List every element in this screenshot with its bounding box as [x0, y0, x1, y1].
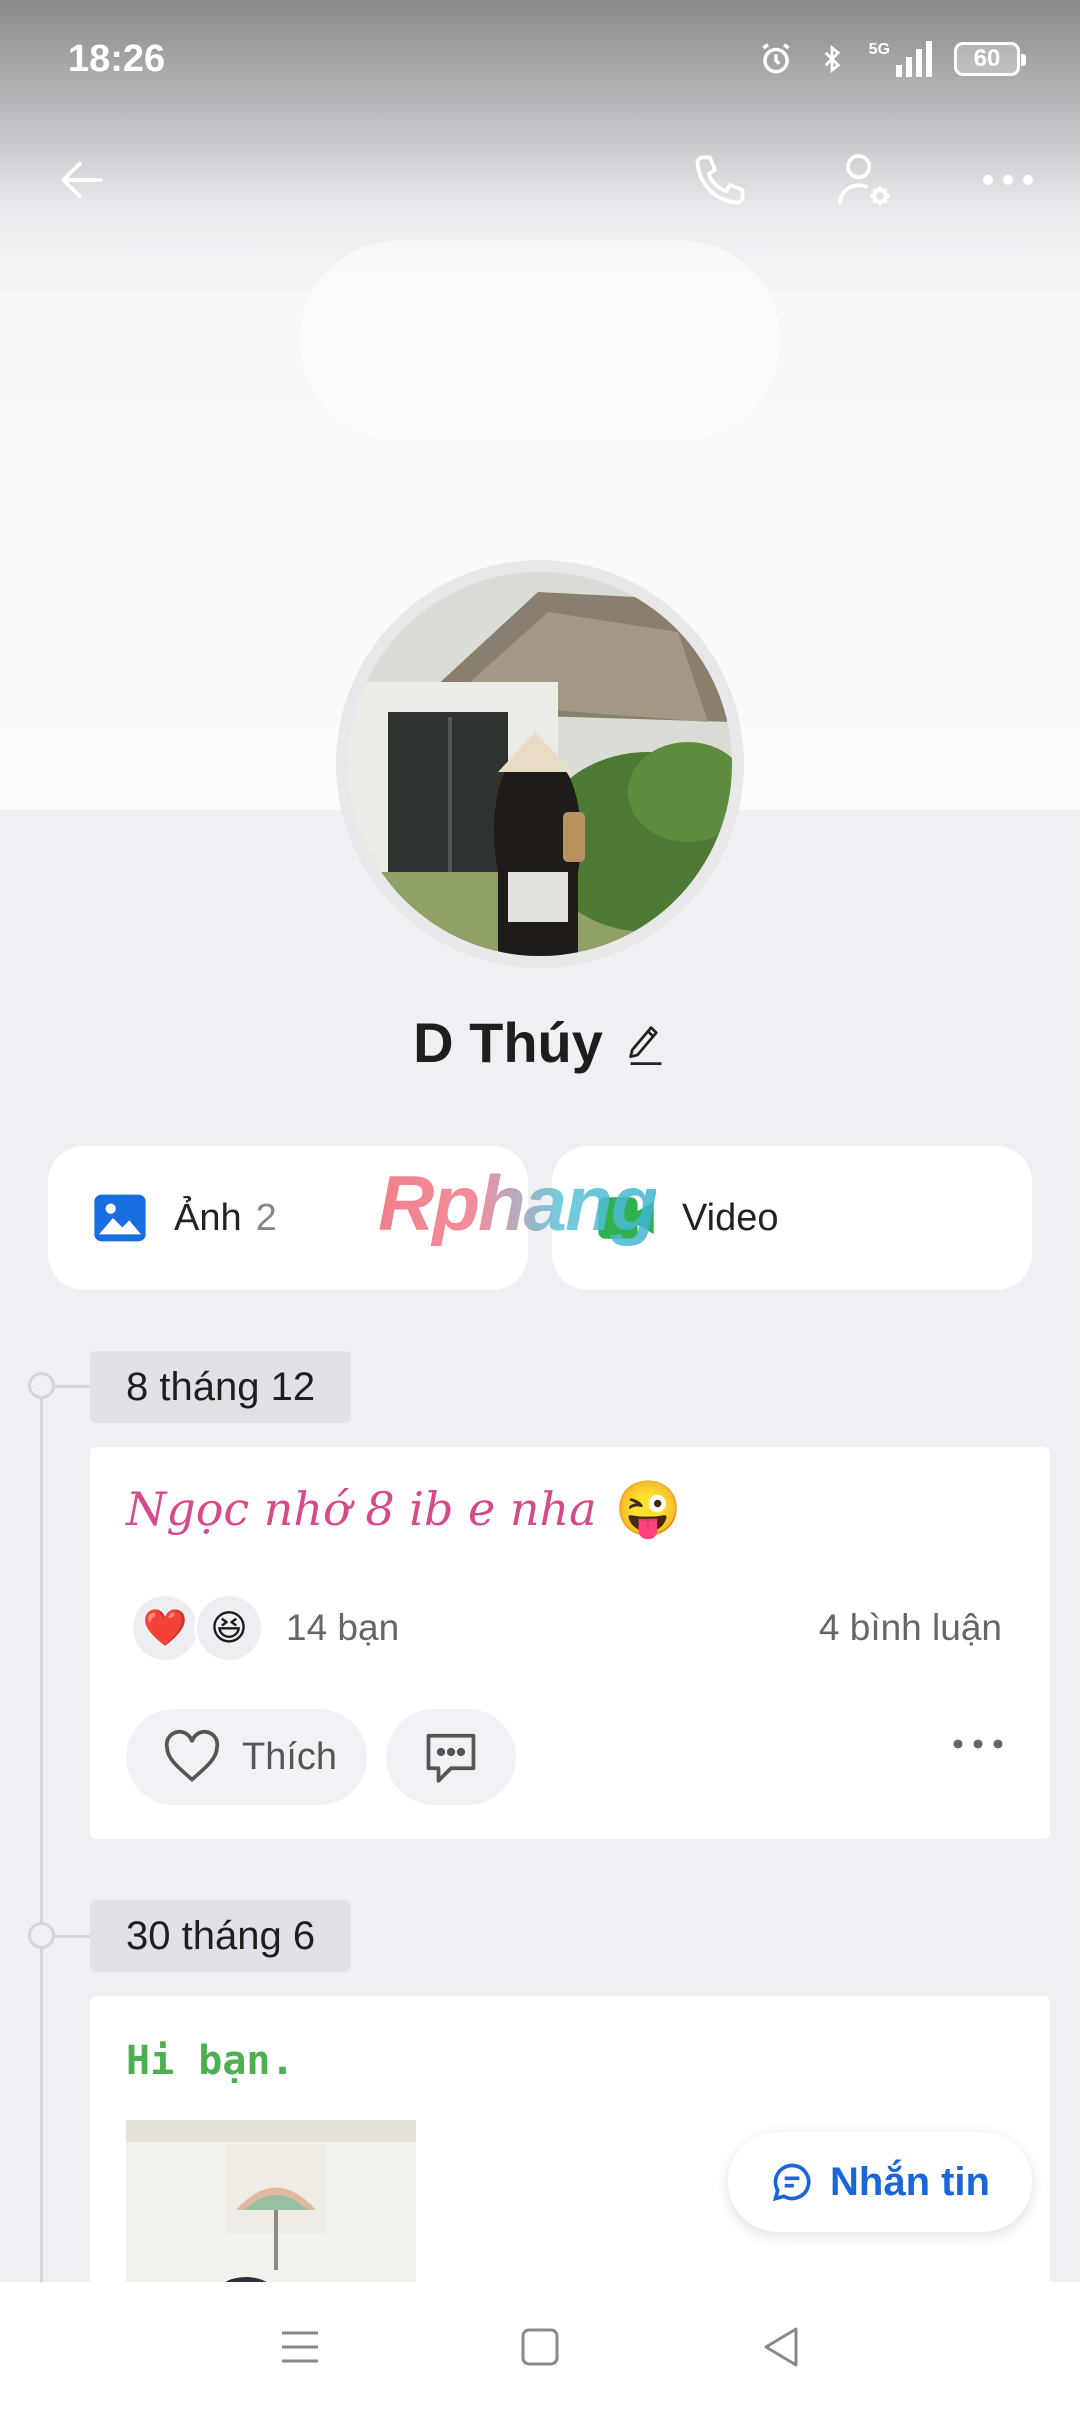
home-icon — [521, 2328, 559, 2366]
signal-icon: 5G — [869, 41, 932, 77]
system-nav-bar — [0, 2282, 1080, 2412]
status-time: 18:26 — [68, 38, 166, 80]
back-button[interactable] — [42, 140, 122, 220]
top-app-bar — [0, 130, 1080, 230]
post-photo-image — [126, 2120, 416, 2300]
send-message-button[interactable]: Nhắn tin — [728, 2132, 1032, 2232]
more-options-button[interactable] — [968, 140, 1048, 220]
like-label: Thích — [242, 1735, 338, 1778]
comment-count[interactable]: 4 bình luận — [819, 1607, 1002, 1649]
profile-settings-button[interactable] — [824, 140, 904, 220]
timeline-dot — [28, 1922, 55, 1949]
reaction-count: 14 bạn — [286, 1607, 400, 1648]
back-arrow-icon — [61, 161, 103, 199]
image-icon — [94, 1194, 146, 1242]
more-icon — [983, 175, 1033, 185]
menu-icon — [282, 2331, 318, 2363]
status-icons: 5G 60 — [757, 40, 1026, 78]
avatar-photo — [348, 572, 732, 956]
chat-bubble-icon — [772, 2163, 811, 2202]
post-emoji: 😜 — [614, 1477, 682, 1540]
watermark-logo: Rphang — [378, 1159, 658, 1247]
timeline-line — [40, 1386, 43, 2286]
comment-icon — [426, 1733, 476, 1783]
like-button[interactable]: Thích — [126, 1709, 368, 1805]
comment-button[interactable] — [386, 1709, 516, 1805]
post-status-text: Ngọc nhớ 8 ib e nha — [126, 1482, 597, 1536]
edit-pencil-icon[interactable] — [625, 1019, 667, 1067]
system-back-button[interactable] — [740, 2307, 820, 2387]
back-icon — [764, 2327, 798, 2367]
post-card[interactable]: Ngọc nhớ 8 ib e nha 😜 ❤️ 😆 14 bạn 4 bình… — [90, 1447, 1050, 1839]
reactions-summary[interactable]: ❤️ 😆 14 bạn — [130, 1593, 399, 1663]
photos-label: Ảnh 2 — [174, 1196, 277, 1239]
cover-cloud — [300, 240, 780, 440]
profile-name: D Thúy — [413, 1011, 603, 1074]
alarm-icon — [762, 43, 790, 74]
recents-button[interactable] — [260, 2307, 340, 2387]
timeline-dot — [28, 1372, 55, 1399]
post-text: Hi bạn. — [126, 2038, 295, 2084]
heart-reaction: ❤️ — [130, 1593, 200, 1663]
date-chip: 30 tháng 6 — [90, 1900, 352, 1972]
videos-label: Video — [682, 1196, 779, 1239]
timeline-tick — [55, 1935, 91, 1938]
post-photo[interactable] — [126, 2120, 416, 2300]
phone-icon — [695, 155, 745, 205]
avatar[interactable] — [348, 572, 732, 956]
photos-count: 2 — [255, 1196, 277, 1239]
profile-name-row: D Thúy — [0, 1010, 1080, 1075]
timeline-tick — [55, 1385, 91, 1388]
laugh-reaction: 😆 — [194, 1593, 264, 1663]
user-settings-icon — [838, 154, 890, 206]
date-chip: 8 tháng 12 — [90, 1351, 352, 1423]
post-text: Ngọc nhớ 8 ib e nha 😜 — [126, 1477, 682, 1541]
battery-level: 60 — [973, 45, 1001, 72]
network-type: 5G — [868, 41, 890, 58]
call-button[interactable] — [680, 140, 760, 220]
post-more-icon[interactable] — [952, 1737, 1004, 1751]
send-message-label: Nhắn tin — [830, 2159, 990, 2204]
heart-icon — [164, 1729, 220, 1782]
home-button[interactable] — [500, 2307, 580, 2387]
avatar-frame — [336, 560, 744, 968]
status-bar: 18:26 5G 60 — [0, 0, 1080, 120]
bluetooth-icon — [824, 44, 840, 74]
battery-indicator: 60 — [954, 42, 1026, 76]
